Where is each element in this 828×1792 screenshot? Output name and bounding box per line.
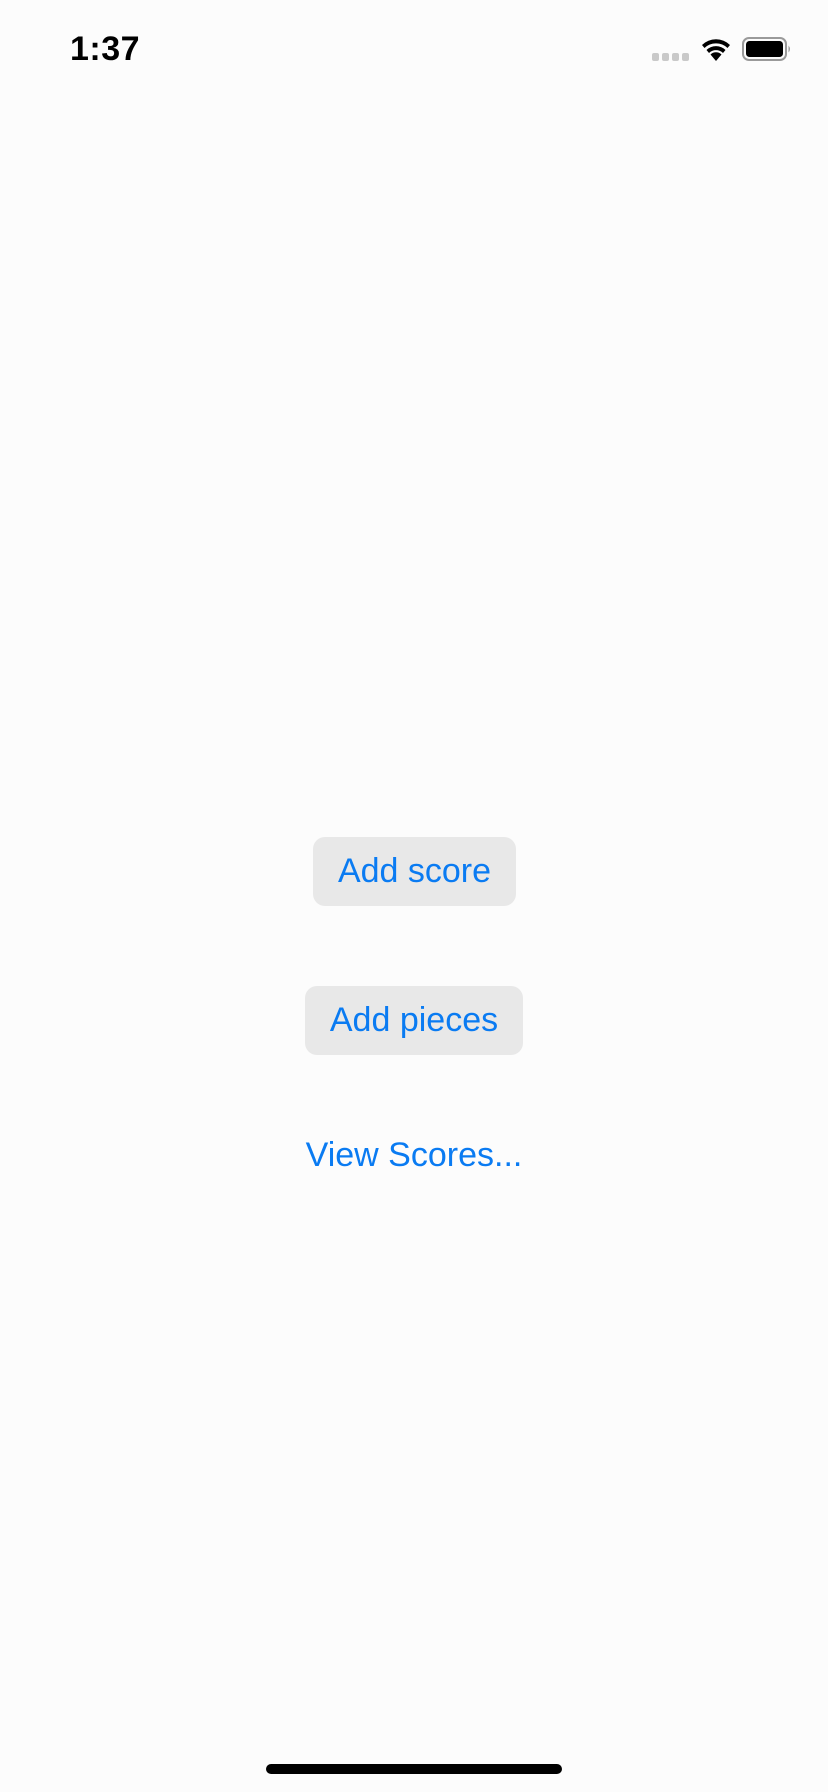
home-indicator[interactable] xyxy=(266,1764,562,1774)
battery-icon xyxy=(742,37,790,61)
cellular-signal-icon xyxy=(652,53,692,63)
add-score-button[interactable]: Add score xyxy=(313,837,516,906)
signal-bar xyxy=(652,53,659,61)
signal-bar xyxy=(682,53,689,61)
status-time: 1:37 xyxy=(70,30,141,68)
add-pieces-button[interactable]: Add pieces xyxy=(305,986,523,1055)
wifi-icon xyxy=(702,39,730,61)
status-bar: 1:37 xyxy=(0,0,828,100)
app-screen: 1:37 Add score Add pieces View Scores... xyxy=(0,0,828,1792)
signal-bar xyxy=(672,53,679,61)
signal-bar xyxy=(662,53,669,61)
view-scores-link[interactable]: View Scores... xyxy=(264,1130,564,1180)
